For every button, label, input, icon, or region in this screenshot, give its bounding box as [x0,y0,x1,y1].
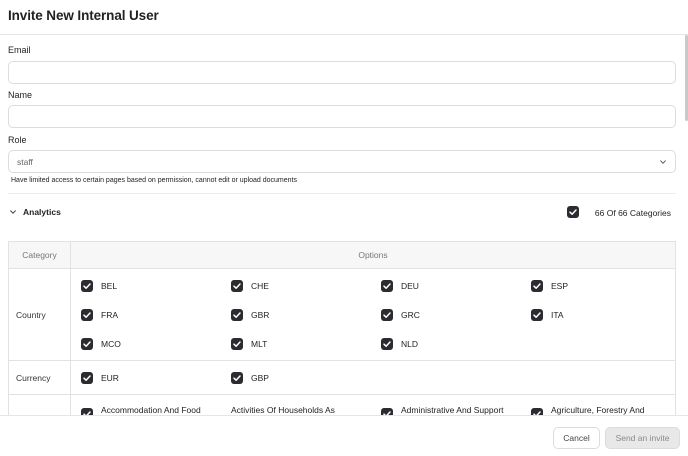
cancel-button[interactable]: Cancel [553,427,600,449]
categories-count-text: 66 Of 66 Categories [594,208,671,218]
table-header-row: Category Options [8,241,676,269]
option-label: CHE [251,280,269,291]
options-cell: BEL CHE DEU ESP FRA GBR GRC ITA MCO MLT NLD [70,268,676,361]
table-row: Currency EUR GBP [8,360,676,395]
name-field[interactable] [8,105,676,128]
category-cell [8,394,71,415]
category-cell: Currency [8,360,71,395]
role-select[interactable]: staff [8,150,676,173]
name-label: Name [8,90,33,100]
chevron-down-icon [660,160,666,164]
option-label: GBP [251,372,269,383]
role-help-text: Have limited access to certain pages bas… [11,177,297,184]
checkbox-checked-icon[interactable] [81,337,93,350]
checkbox-checked-icon[interactable] [381,279,393,292]
option-label: GBR [251,309,270,320]
checkbox-checked-icon[interactable] [231,337,243,350]
option-label: MLT [251,338,268,349]
option-label: Accommodation And Food [101,404,201,415]
role-label: Role [8,135,27,145]
checkbox-checked-icon[interactable] [231,371,243,384]
checkbox-checked-icon[interactable] [231,279,243,292]
section-title: Analytics [23,207,61,217]
option-label: DEU [401,280,419,291]
checkbox-checked-icon[interactable] [81,279,93,292]
option-label: EUR [101,372,119,383]
option-label: ITA [551,309,564,320]
divider [8,193,676,194]
option-label: Administrative And Support [401,404,504,415]
option-label: NLD [401,338,419,349]
checkbox-checked-icon[interactable] [81,308,93,321]
chevron-down-icon [10,210,16,214]
option-label: GRC [401,309,420,320]
options-cell: EUR GBP [70,360,676,395]
checkbox-checked-icon[interactable] [381,308,393,321]
checkbox-checked-icon[interactable] [81,407,93,415]
checkbox-checked-icon[interactable] [231,308,243,321]
option-label: Activities Of Households As [231,404,335,415]
column-header-category: Category [8,241,71,269]
email-label: Email [8,45,31,55]
checkbox-checked-icon[interactable] [531,279,543,292]
analytics-section-toggle[interactable]: Analytics [8,204,78,220]
dialog-title: Invite New Internal User [8,8,159,23]
option-label: FRA [101,309,118,320]
option-label: MCO [101,338,121,349]
option-label: BEL [101,280,118,291]
options-cell: Accommodation And Food Activities Of Hous… [70,394,676,415]
column-header-options: Options [70,241,676,269]
role-select-value: staff [17,157,33,167]
checkbox-checked-icon[interactable] [531,308,543,321]
checkbox-checked-icon[interactable] [531,407,543,415]
category-cell: Country [8,268,71,361]
option-label: ESP [551,280,569,291]
email-field[interactable] [8,61,676,84]
checkbox-checked-icon[interactable] [381,407,393,415]
select-all-checkbox[interactable] [567,206,579,218]
send-invite-button[interactable]: Send an invite [605,427,680,449]
checkbox-checked-icon[interactable] [381,337,393,350]
permissions-table: Category Options Country BEL CHE DEU ESP FRA… [8,241,676,415]
dialog-body[interactable]: Email Name Role staff Have limited acces… [0,35,688,415]
checkbox-checked-icon[interactable] [81,371,93,384]
option-label: Agriculture, Forestry And [551,404,645,415]
dialog-footer: Cancel Send an invite [0,415,688,456]
table-row: Country BEL CHE DEU ESP FRA GBR GRC ITA MCO MLT NL… [8,268,676,361]
table-row: Accommodation And Food Activities Of Hous… [8,394,676,415]
dialog-header: Invite New Internal User [0,0,688,35]
categories-count: 66 Of 66 Categories [561,206,671,220]
